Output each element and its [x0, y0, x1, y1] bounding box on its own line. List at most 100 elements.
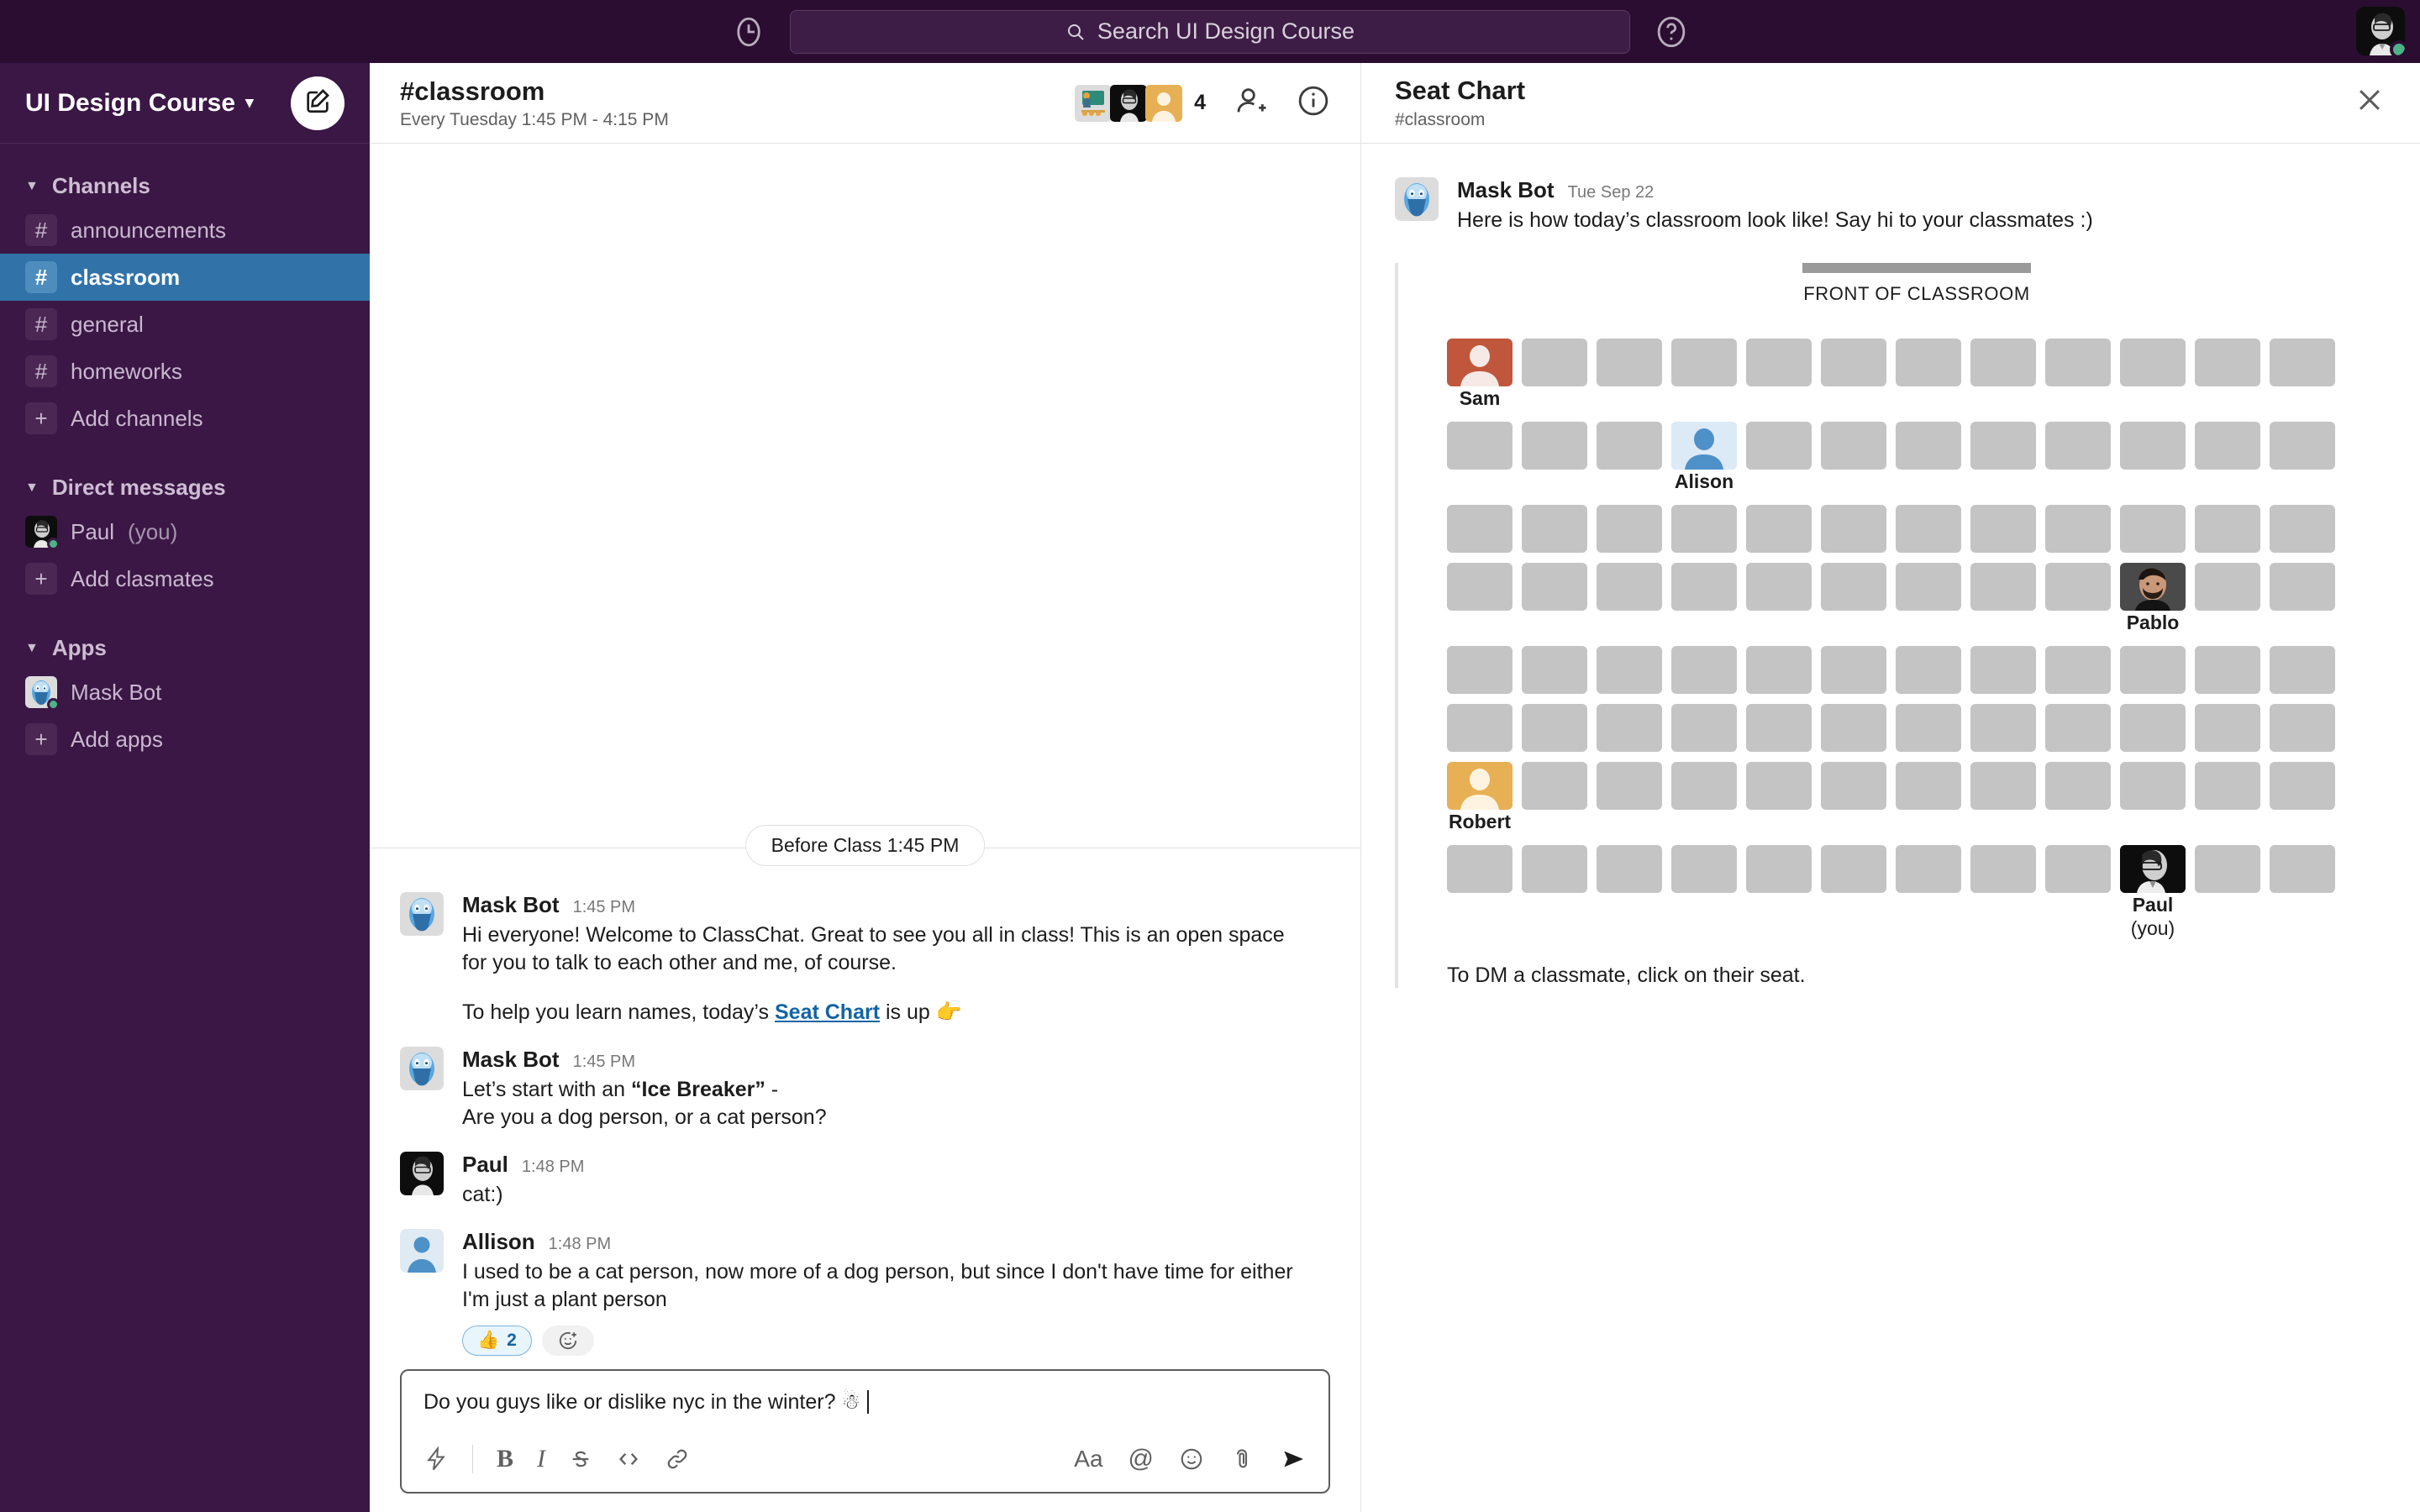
- seat-empty[interactable]: [1597, 762, 1662, 810]
- send-icon[interactable]: [1280, 1446, 1307, 1473]
- seat-empty[interactable]: [1821, 646, 1886, 694]
- seat-paul[interactable]: Paul (you): [2120, 845, 2186, 939]
- seat-sam[interactable]: Sam: [1447, 339, 1512, 409]
- seat-empty[interactable]: [1821, 505, 1886, 553]
- workspace-header[interactable]: UI Design Course ▾: [0, 63, 370, 144]
- seat-empty[interactable]: [1522, 563, 1587, 611]
- seat-empty[interactable]: [1447, 422, 1512, 470]
- seat-empty[interactable]: [2270, 762, 2335, 810]
- info-circle-icon[interactable]: [1297, 84, 1330, 122]
- seat-empty[interactable]: [2120, 704, 2186, 752]
- help-circle-icon[interactable]: [1654, 14, 1689, 50]
- seat-empty[interactable]: [2120, 646, 2186, 694]
- sidebar-item-add-apps[interactable]: + Add apps: [0, 716, 370, 763]
- seat-chart-link[interactable]: Seat Chart: [775, 1000, 880, 1024]
- seat-empty[interactable]: [2195, 505, 2260, 553]
- emoji-icon[interactable]: [1179, 1446, 1204, 1472]
- member-facepile[interactable]: 4: [1075, 84, 1206, 122]
- seat-empty[interactable]: [1522, 845, 1587, 893]
- seat-empty[interactable]: [1597, 505, 1662, 553]
- formatting-icon[interactable]: Aa: [1074, 1446, 1102, 1473]
- seat-empty[interactable]: [1821, 704, 1886, 752]
- seat-empty[interactable]: [1970, 704, 2036, 752]
- seat-empty[interactable]: [2120, 339, 2186, 386]
- seat-empty[interactable]: [1896, 563, 1961, 611]
- seat-empty[interactable]: [1597, 563, 1662, 611]
- avatar-maskbot[interactable]: [1395, 177, 1439, 221]
- avatar-maskbot[interactable]: [400, 1047, 444, 1090]
- seat-empty[interactable]: [1746, 762, 1812, 810]
- italic-icon[interactable]: I: [537, 1445, 545, 1473]
- seat-empty[interactable]: [1522, 422, 1587, 470]
- seat-empty[interactable]: [1746, 646, 1812, 694]
- close-icon[interactable]: [2353, 83, 2386, 123]
- strikethrough-icon[interactable]: [569, 1447, 592, 1471]
- seat-empty[interactable]: [2270, 704, 2335, 752]
- seat-empty[interactable]: [2195, 422, 2260, 470]
- seat-empty[interactable]: [1671, 762, 1737, 810]
- seat-empty[interactable]: [1896, 704, 1961, 752]
- attachment-icon[interactable]: [1229, 1446, 1255, 1472]
- seat-empty[interactable]: [2270, 646, 2335, 694]
- avatar-paul[interactable]: [400, 1152, 444, 1195]
- seat-empty[interactable]: [2120, 505, 2186, 553]
- sidebar-section-apps[interactable]: ▼ Apps: [0, 627, 370, 669]
- seat-empty[interactable]: [1597, 339, 1662, 386]
- seat-empty[interactable]: [2120, 762, 2186, 810]
- seat-robert[interactable]: Robert: [1447, 762, 1512, 832]
- seat-empty[interactable]: [2195, 762, 2260, 810]
- seat-empty[interactable]: [1821, 339, 1886, 386]
- seat-empty[interactable]: [1896, 646, 1961, 694]
- reaction-thumbsup[interactable]: 👍 2: [462, 1326, 532, 1356]
- code-icon[interactable]: [616, 1446, 641, 1472]
- seat-empty[interactable]: [1671, 339, 1737, 386]
- seat-empty[interactable]: [2045, 845, 2111, 893]
- message-author[interactable]: Mask Bot: [462, 892, 560, 918]
- seat-empty[interactable]: [1746, 339, 1812, 386]
- seat-empty[interactable]: [1970, 563, 2036, 611]
- seat-empty[interactable]: [1522, 704, 1587, 752]
- sidebar-section-channels[interactable]: ▼ Channels: [0, 165, 370, 207]
- seat-empty[interactable]: [1447, 845, 1512, 893]
- seat-empty[interactable]: [1821, 845, 1886, 893]
- message-input[interactable]: Do you guys like or dislike nyc in the w…: [402, 1371, 1328, 1445]
- seat-empty[interactable]: [1522, 505, 1587, 553]
- workspace-name[interactable]: UI Design Course ▾: [25, 89, 254, 118]
- seat-empty[interactable]: [1746, 505, 1812, 553]
- seat-empty[interactable]: [2270, 845, 2335, 893]
- seat-empty[interactable]: [1597, 845, 1662, 893]
- avatar[interactable]: [2356, 7, 2405, 55]
- seat-empty[interactable]: [2120, 422, 2186, 470]
- avatar-allison[interactable]: [400, 1229, 444, 1273]
- sidebar-item-general[interactable]: # general: [0, 301, 370, 348]
- seat-empty[interactable]: [1896, 762, 1961, 810]
- clock-icon[interactable]: [731, 14, 766, 50]
- seat-empty[interactable]: [1970, 762, 2036, 810]
- message-author[interactable]: Paul: [462, 1152, 508, 1178]
- sidebar-item-homeworks[interactable]: # homeworks: [0, 348, 370, 395]
- seat-empty[interactable]: [1970, 422, 2036, 470]
- seat-empty[interactable]: [1896, 845, 1961, 893]
- seat-empty[interactable]: [1821, 563, 1886, 611]
- seat-empty[interactable]: [1896, 339, 1961, 386]
- seat-empty[interactable]: [2045, 704, 2111, 752]
- seat-empty[interactable]: [1671, 845, 1737, 893]
- message-author[interactable]: Mask Bot: [1457, 177, 1555, 203]
- seat-empty[interactable]: [2045, 563, 2111, 611]
- sidebar-item-classroom[interactable]: # classroom: [0, 254, 370, 301]
- seat-empty[interactable]: [1746, 704, 1812, 752]
- seat-pablo[interactable]: Pablo: [2120, 563, 2186, 633]
- compose-button[interactable]: [291, 76, 345, 130]
- seat-empty[interactable]: [1970, 339, 2036, 386]
- add-reaction-icon[interactable]: [541, 1326, 594, 1356]
- seat-empty[interactable]: [2195, 704, 2260, 752]
- seat-empty[interactable]: [1522, 339, 1587, 386]
- seat-empty[interactable]: [1447, 563, 1512, 611]
- seat-empty[interactable]: [1746, 563, 1812, 611]
- seat-empty[interactable]: [2195, 339, 2260, 386]
- sidebar-item-announcements[interactable]: # announcements: [0, 207, 370, 254]
- sidebar-item-add-channels[interactable]: + Add channels: [0, 395, 370, 442]
- seat-empty[interactable]: [2195, 646, 2260, 694]
- seat-empty[interactable]: [1597, 646, 1662, 694]
- seat-empty[interactable]: [2045, 762, 2111, 810]
